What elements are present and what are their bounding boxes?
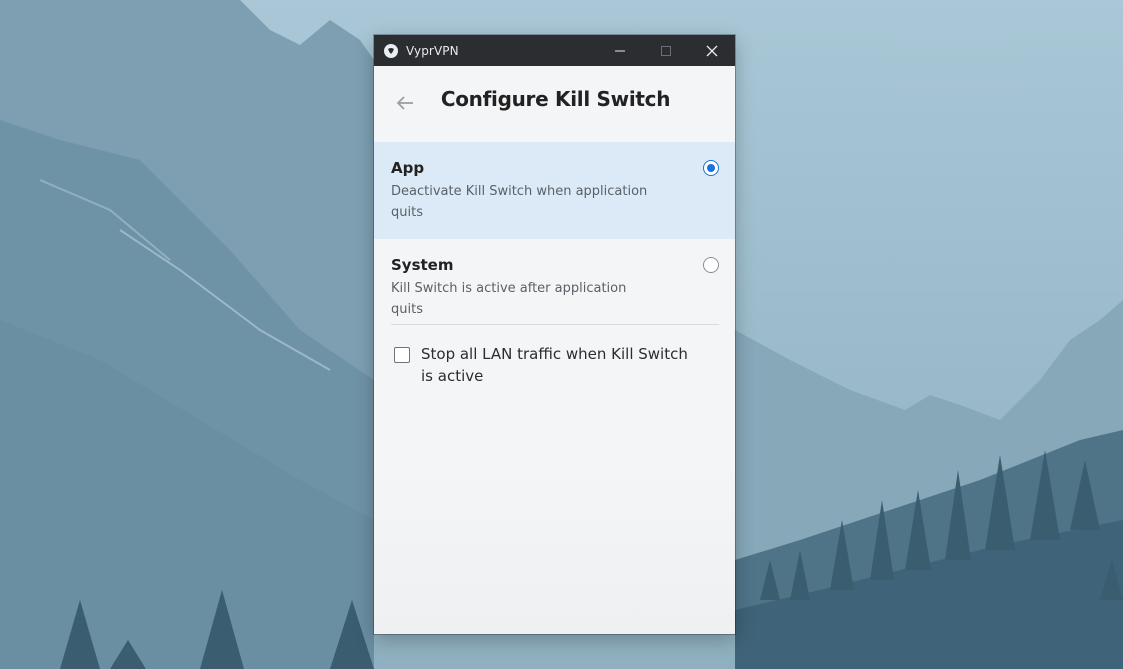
lan-traffic-option[interactable]: Stop all LAN traffic when Kill Switch is… xyxy=(374,325,735,387)
close-icon xyxy=(706,45,718,56)
vyprvpn-window: VyprVPN Configure Kill Switch App Deacti… xyxy=(374,35,735,634)
title-bar[interactable]: VyprVPN xyxy=(374,35,735,66)
lan-traffic-label: Stop all LAN traffic when Kill Switch is… xyxy=(421,345,688,385)
option-title: System xyxy=(391,256,454,274)
option-system[interactable]: System Kill Switch is active after appli… xyxy=(374,239,735,324)
option-description: Deactivate Kill Switch when application … xyxy=(391,184,648,220)
window-controls xyxy=(597,35,735,66)
window-title: VyprVPN xyxy=(406,43,459,58)
lan-traffic-checkbox[interactable] xyxy=(394,347,410,363)
radio-system[interactable] xyxy=(703,257,719,273)
maximize-button[interactable] xyxy=(643,35,689,66)
page-header: Configure Kill Switch xyxy=(374,66,735,142)
close-button[interactable] xyxy=(689,35,735,66)
option-title: App xyxy=(391,159,425,177)
minimize-button[interactable] xyxy=(597,35,643,66)
page-title: Configure Kill Switch xyxy=(440,87,671,111)
maximize-icon xyxy=(661,45,671,56)
window-content: Configure Kill Switch App Deactivate Kil… xyxy=(374,66,735,634)
option-app[interactable]: App Deactivate Kill Switch when applicat… xyxy=(374,142,735,239)
vyprvpn-logo-icon xyxy=(384,43,398,58)
minimize-icon xyxy=(615,50,625,51)
option-description: Kill Switch is active after application … xyxy=(391,281,627,317)
radio-app[interactable] xyxy=(703,160,719,176)
